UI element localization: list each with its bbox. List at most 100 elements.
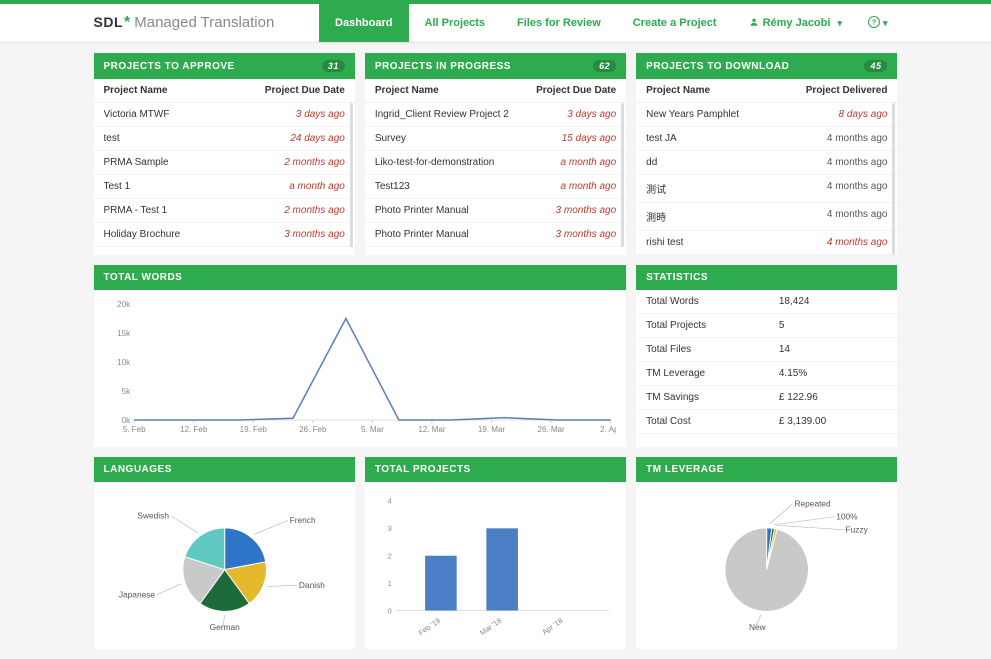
user-icon	[749, 17, 759, 30]
table-row[interactable]: Test 1a month ago	[94, 175, 355, 199]
svg-text:100%: 100%	[836, 512, 858, 522]
logo-star-icon: *	[124, 14, 130, 32]
table-row[interactable]: Holiday Brochure3 months ago	[94, 223, 355, 247]
table-row[interactable]: PRMA - Test 12 months ago	[94, 199, 355, 223]
table-row[interactable]: 測時4 months ago	[636, 203, 897, 231]
nav-user-menu[interactable]: Rémy Jacobi ▾	[733, 4, 858, 42]
panel-title: TOTAL PROJECTS	[375, 464, 471, 475]
panel-title: TOTAL WORDS	[104, 272, 183, 283]
cell-date: 15 days ago	[562, 133, 617, 144]
svg-text:12. Feb: 12. Feb	[180, 425, 208, 434]
cell-date: 4 months ago	[827, 133, 888, 144]
panel-title: PROJECTS TO DOWNLOAD	[646, 61, 789, 72]
table-row[interactable]: rishi test4 months ago	[636, 231, 897, 255]
svg-text:Feb '18: Feb '18	[417, 616, 442, 637]
logo-sdl: SDL	[94, 14, 124, 30]
table-row[interactable]: New Years Pamphlet8 days ago	[636, 103, 897, 127]
cell-date: 4 months ago	[827, 157, 888, 168]
cell-project-name: test	[104, 133, 291, 144]
svg-text:15k: 15k	[117, 329, 131, 338]
cell-project-name: Victoria MTWF	[104, 109, 296, 120]
logo[interactable]: SDL * Managed Translation	[94, 14, 275, 32]
cell-date: 3 months ago	[284, 229, 345, 240]
scrollbar[interactable]	[350, 103, 353, 247]
nav-dashboard[interactable]: Dashboard	[319, 4, 408, 42]
table-row[interactable]: dd4 months ago	[636, 151, 897, 175]
svg-text:Fuzzy: Fuzzy	[846, 525, 869, 535]
chevron-down-icon: ▾	[837, 18, 842, 29]
cell-date: 3 months ago	[556, 205, 617, 216]
nav-create-project[interactable]: Create a Project	[617, 4, 733, 42]
cell-project-name: Photo Printer Manual	[375, 205, 556, 216]
stats-row: Total Files14	[636, 338, 897, 362]
table-row[interactable]: test JA4 months ago	[636, 127, 897, 151]
cell-project-name: PRMA - Test 1	[104, 205, 285, 216]
table-row[interactable]: Photo Printer Manual3 months ago	[365, 223, 626, 247]
cell-project-name: rishi test	[646, 237, 827, 248]
svg-text:0k: 0k	[121, 416, 130, 425]
svg-text:10k: 10k	[117, 358, 131, 367]
svg-text:French: French	[289, 515, 315, 525]
col-due-date: Project Due Date	[265, 85, 345, 96]
nav-help-menu[interactable]: ? ▾	[858, 4, 898, 42]
cell-date: 4 months ago	[827, 237, 888, 248]
panel-total-projects: TOTAL PROJECTS 01234Feb '18Mar '18Apr '1…	[365, 457, 626, 649]
panel-tm-leverage: TM LEVERAGE Repeated100%FuzzyNew	[636, 457, 897, 649]
svg-text:2: 2	[387, 552, 391, 561]
table-row[interactable]: 測试4 months ago	[636, 175, 897, 203]
cell-date: 2 months ago	[284, 205, 345, 216]
table-row[interactable]: PRMA Sample2 months ago	[94, 151, 355, 175]
svg-text:Danish: Danish	[298, 580, 324, 590]
user-name: Rémy Jacobi	[763, 17, 831, 29]
cell-date: 8 days ago	[839, 109, 888, 120]
svg-text:0: 0	[387, 606, 391, 615]
svg-text:12. Mar: 12. Mar	[418, 425, 446, 434]
cell-project-name: Holiday Brochure	[104, 229, 285, 240]
cell-date: a month ago	[561, 181, 617, 192]
panel-title: PROJECTS TO APPROVE	[104, 61, 235, 72]
panel-projects-to-download: PROJECTS TO DOWNLOAD 45 Project Name Pro…	[636, 53, 897, 255]
help-icon: ?	[868, 16, 880, 31]
cell-project-name: Test123	[375, 181, 561, 192]
nav-files-for-review[interactable]: Files for Review	[501, 4, 617, 42]
table-row[interactable]: Test123a month ago	[365, 175, 626, 199]
svg-text:5k: 5k	[121, 387, 130, 396]
table-row[interactable]: Victoria MTWF3 days ago	[94, 103, 355, 127]
panel-projects-in-progress: PROJECTS IN PROGRESS 62 Project Name Pro…	[365, 53, 626, 255]
cell-date: 24 days ago	[290, 133, 345, 144]
table-row[interactable]: Survey15 days ago	[365, 127, 626, 151]
panel-title: PROJECTS IN PROGRESS	[375, 61, 511, 72]
chevron-down-icon: ▾	[883, 18, 888, 29]
svg-text:20k: 20k	[117, 300, 131, 309]
main-nav: Dashboard All Projects Files for Review …	[319, 4, 897, 42]
svg-text:5. Feb: 5. Feb	[122, 425, 145, 434]
stat-value: 14	[779, 344, 888, 355]
table-row[interactable]: test24 days ago	[94, 127, 355, 151]
stat-key: TM Leverage	[646, 368, 779, 379]
table-row[interactable]: Ingrid_Client Review Project 23 days ago	[365, 103, 626, 127]
cell-date: a month ago	[289, 181, 345, 192]
col-due-date: Project Due Date	[536, 85, 616, 96]
stat-key: Total Cost	[646, 416, 779, 427]
nav-all-projects[interactable]: All Projects	[409, 4, 502, 42]
svg-text:19. Mar: 19. Mar	[477, 425, 505, 434]
svg-text:1: 1	[387, 579, 391, 588]
cell-project-name: New Years Pamphlet	[646, 109, 838, 120]
table-row[interactable]: Photo Printer Manual3 months ago	[365, 199, 626, 223]
svg-text:26. Mar: 26. Mar	[537, 425, 565, 434]
table-row[interactable]: Liko-test-for-demonstrationa month ago	[365, 151, 626, 175]
scrollbar[interactable]	[621, 103, 624, 247]
stat-value: 5	[779, 320, 888, 331]
stats-row: Total Words18,424	[636, 290, 897, 314]
cell-project-name: Test 1	[104, 181, 290, 192]
svg-text:2. Apr: 2. Apr	[600, 425, 617, 434]
cell-date: 3 days ago	[567, 109, 616, 120]
svg-text:New: New	[749, 622, 767, 632]
chart-languages: FrenchDanishGermanJapaneseSwedish	[94, 482, 355, 649]
cell-date: 4 months ago	[827, 181, 888, 196]
col-project-name: Project Name	[646, 85, 806, 96]
cell-date: 3 days ago	[296, 109, 345, 120]
stats-row: Total Cost£ 3,139.00	[636, 410, 897, 434]
chart-total-projects: 01234Feb '18Mar '18Apr '18	[365, 482, 626, 649]
svg-text:Repeated: Repeated	[795, 499, 832, 509]
